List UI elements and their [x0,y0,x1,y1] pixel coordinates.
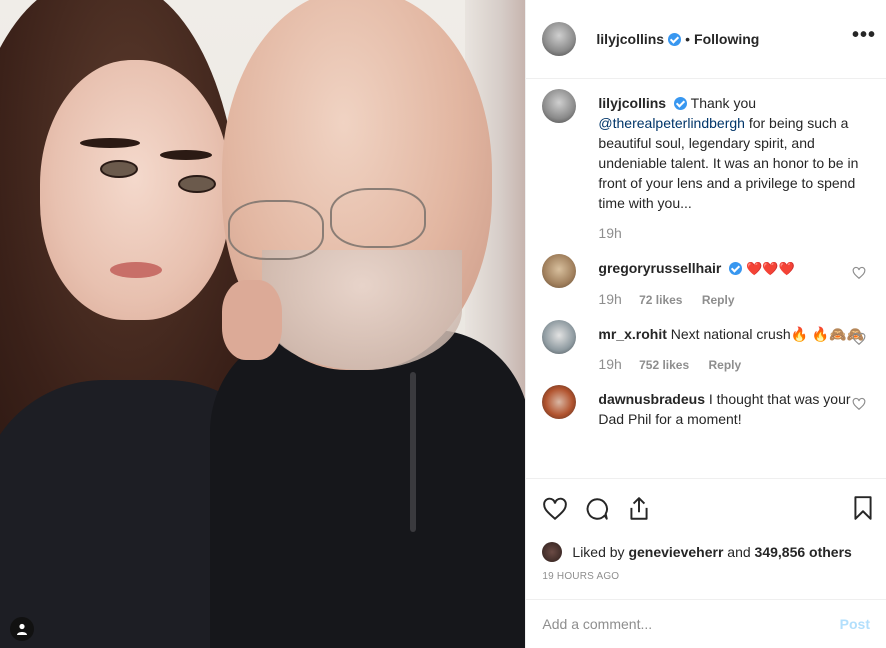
photo-zipper [410,372,416,532]
comment-row: dawnusbradeus I thought that was your Da… [542,385,870,429]
photo-eye-right [178,175,216,193]
comment-row: mr_x.rohit Next national crush🔥 🔥🙈🙈 19h … [542,320,870,375]
bookmark-icon[interactable] [850,495,876,521]
photo-brow-left [80,138,140,148]
photo-man-body [210,330,526,648]
comment-avatar[interactable] [542,320,577,354]
post-view: lilyjcollins • Following ••• lilyjcollin… [0,0,886,648]
verified-icon [674,97,687,110]
photo-brow-right [160,150,212,160]
post-header: lilyjcollins • Following ••• [526,0,886,79]
comment-username[interactable]: dawnusbradeus [598,391,705,407]
user-tag-icon [17,623,27,635]
comment-avatar[interactable] [542,385,577,419]
heart-icon[interactable] [542,496,568,522]
reply-button[interactable]: Reply [702,293,735,307]
photo-glasses-left [228,200,324,260]
share-icon[interactable] [626,496,652,522]
liked-by-user[interactable]: genevieveherr [628,544,723,560]
photo-hand [222,280,282,360]
post-photo[interactable] [0,0,526,648]
comment-like-heart-icon[interactable] [852,266,866,280]
following-button[interactable]: Following [694,31,759,47]
caption-time[interactable]: 19h [598,225,621,241]
comment-input[interactable]: Add a comment... [542,616,839,632]
liked-by-count[interactable]: 349,856 others [755,544,852,560]
author-username[interactable]: lilyjcollins [596,31,664,47]
more-options-icon[interactable]: ••• [852,25,876,45]
reply-button[interactable]: Reply [709,358,742,372]
photo-eye-left [100,160,138,178]
comment-likes[interactable]: 752 likes [639,358,689,372]
verified-icon [668,32,682,46]
liked-by-and: and [727,544,751,560]
user-tag-button[interactable] [10,617,34,641]
photo-beard [262,250,462,370]
photo-glasses-right [330,188,426,248]
comment-like-heart-icon[interactable] [852,332,866,346]
comment-text: Next national crush🔥 🔥🙈🙈 [670,326,865,342]
liker-avatar[interactable] [542,542,563,562]
likes-summary: Liked by genevieveherr and 349,856 other… [526,539,886,565]
caption-mention-link[interactable]: @therealpeterlindbergh [598,115,745,131]
post-comment-button[interactable]: Post [840,616,870,632]
liked-by-prefix: Liked by [572,544,625,560]
author-avatar[interactable] [542,22,577,56]
comment-like-heart-icon[interactable] [852,397,866,411]
comments-list[interactable]: lilyjcollins Thank you @therealpeterlind… [526,79,886,478]
comment-username[interactable]: gregoryrussellhair [598,260,721,276]
action-bar [526,478,886,539]
comment-icon[interactable] [584,496,610,522]
post-timestamp[interactable]: 19 HOURS AGO [526,565,886,589]
caption-lead: Thank you [690,95,757,111]
caption: lilyjcollins Thank you @therealpeterlind… [542,89,870,244]
verified-icon [729,262,743,275]
comment-time[interactable]: 19h [598,356,621,372]
comment-likes[interactable]: 72 likes [639,293,682,307]
comment-text: ❤️❤️❤️ [746,261,795,276]
separator-dot: • [685,31,691,47]
comment-time[interactable]: 19h [598,291,621,307]
add-comment-bar: Add a comment... Post [526,599,886,648]
post-sidebar: lilyjcollins • Following ••• lilyjcollin… [525,0,886,648]
comment-username[interactable]: mr_x.rohit [598,326,666,342]
caption-avatar[interactable] [542,89,577,123]
caption-username[interactable]: lilyjcollins [598,95,666,111]
comment-row: gregoryrussellhair ❤️❤️❤️ 19h 72 likes R… [542,254,870,310]
photo-lips [110,262,162,278]
comment-avatar[interactable] [542,254,577,288]
